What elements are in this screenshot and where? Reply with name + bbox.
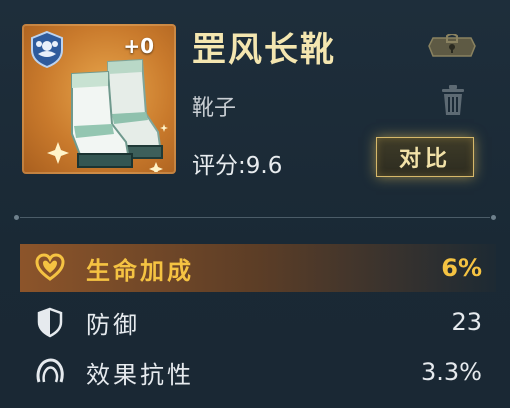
sub-stat-row: 效果抗性 3.3% — [20, 348, 496, 396]
sub-stat-name: 防御 — [86, 310, 140, 339]
resistance-icon — [36, 358, 64, 383]
sub-stat-row: 防御 23 — [20, 298, 496, 346]
section-divider — [14, 214, 496, 222]
item-type: 靴子 — [192, 96, 237, 121]
main-stat-name: 生命加成 — [86, 256, 194, 285]
item-score: 评分:9.6 — [192, 153, 283, 179]
main-stat-row: 生命加成 6% — [20, 244, 496, 292]
equipment-detail-panel: +0 罡风长靴 靴子 评分:9.6 对比 生命加成 6% 防御 23 效果抗性 … — [0, 0, 510, 408]
boots-image — [47, 58, 168, 172]
sub-stat-value: 3.3% — [421, 358, 482, 386]
lock-icon[interactable] — [427, 34, 477, 60]
item-name: 罡风长靴 — [192, 30, 336, 70]
main-stat-value: 6% — [441, 254, 482, 282]
item-thumbnail: +0 — [22, 24, 176, 174]
shield-icon — [37, 307, 63, 338]
compare-button[interactable]: 对比 — [376, 137, 474, 177]
trash-icon[interactable] — [438, 84, 468, 116]
heart-icon — [35, 253, 65, 281]
sub-stat-name: 效果抗性 — [86, 360, 194, 389]
sub-stat-value: 23 — [451, 308, 482, 336]
